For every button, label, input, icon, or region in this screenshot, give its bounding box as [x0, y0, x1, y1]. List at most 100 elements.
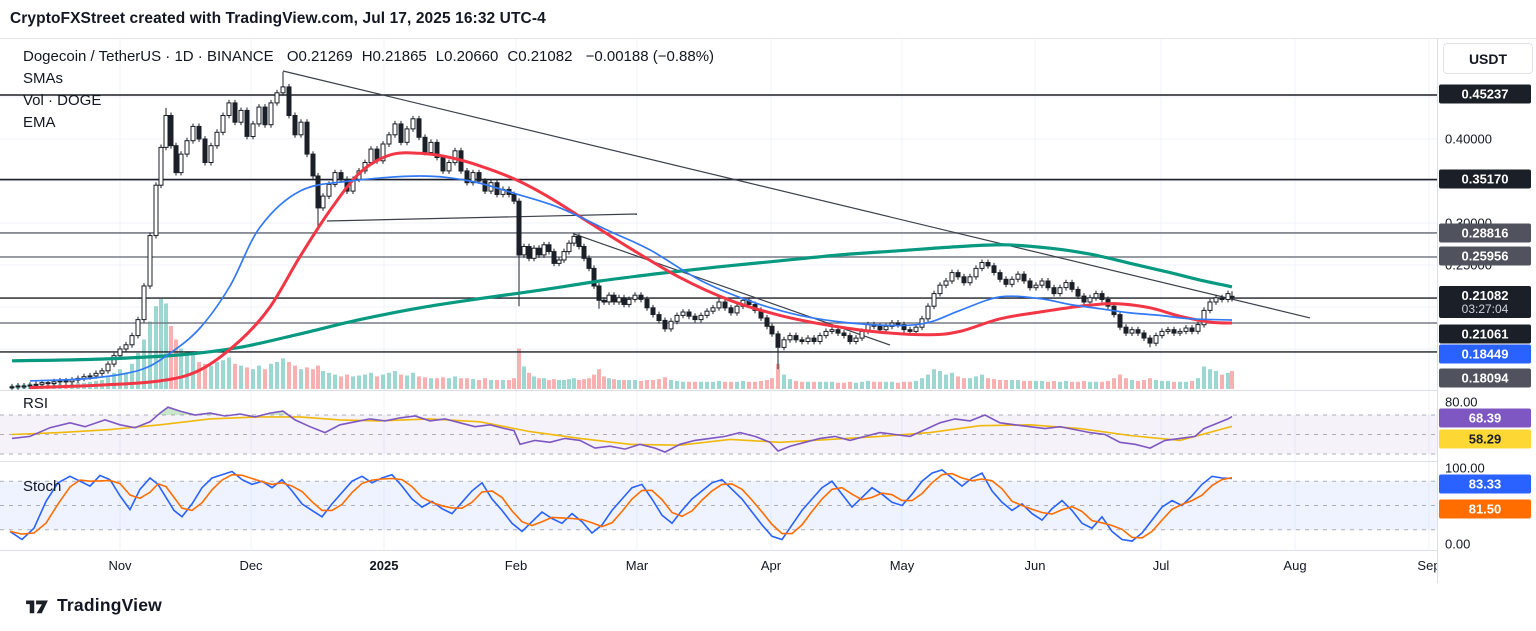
candle	[532, 248, 536, 258]
volume-bar	[1148, 378, 1152, 389]
volume-bar	[729, 382, 733, 389]
volume-bar	[1028, 381, 1032, 389]
candle	[729, 308, 733, 313]
candle	[477, 173, 481, 181]
candle	[1226, 294, 1230, 300]
currency-toggle-button[interactable]: USDT	[1443, 43, 1533, 74]
candle	[174, 146, 178, 173]
candle	[1214, 298, 1218, 302]
candle	[118, 349, 122, 356]
volume-bar	[435, 378, 439, 389]
volume-bar	[830, 382, 834, 389]
volume-bar	[327, 373, 331, 389]
legend-row-ema[interactable]: EMA	[23, 112, 723, 134]
volume-bar	[333, 375, 337, 389]
time-axis-label: Jun	[1025, 558, 1046, 573]
volume-bar	[711, 382, 715, 389]
candle	[836, 330, 840, 333]
price-badge: 0.45237	[1439, 85, 1531, 104]
volume-bar	[932, 369, 936, 389]
pane-separator[interactable]	[0, 461, 1536, 462]
volume-bar	[1022, 381, 1026, 389]
candle	[896, 323, 900, 325]
candle	[1124, 327, 1128, 333]
volume-bar	[1166, 381, 1170, 389]
volume-bar	[587, 378, 591, 389]
symbol-legend-row[interactable]: Dogecoin / TetherUS · 1D · BINANCE O0.21…	[23, 46, 723, 68]
volume-bar	[542, 378, 546, 389]
volume-bar	[459, 378, 463, 389]
volume-bar	[1034, 381, 1038, 389]
axis-label: 100.00	[1445, 461, 1485, 476]
candle	[547, 245, 551, 252]
candle	[645, 299, 649, 307]
candle	[950, 273, 954, 281]
volume-bar	[339, 376, 343, 389]
candle	[1064, 283, 1068, 288]
chart-legend: Dogecoin / TetherUS · 1D · BINANCE O0.21…	[23, 46, 723, 134]
volume-bar	[1196, 378, 1200, 389]
legend-row-smas[interactable]: SMAs	[23, 68, 723, 90]
price-axis[interactable]: USDT 0.400000.300000.2500080.00100.000.0…	[1437, 39, 1536, 583]
volume-bar	[747, 382, 751, 389]
candle	[517, 201, 521, 255]
candle	[1058, 288, 1062, 294]
candle	[16, 386, 20, 387]
candle	[1130, 330, 1134, 333]
volume-bar	[387, 373, 391, 389]
volume-bar	[275, 362, 279, 389]
volume-bar	[164, 304, 168, 390]
candle	[932, 294, 936, 307]
footer: TradingView	[0, 584, 1536, 631]
volume-bar	[369, 373, 373, 389]
candle	[185, 141, 189, 154]
volume-bar	[872, 382, 876, 389]
candle	[848, 336, 852, 342]
volume-bar	[477, 380, 481, 389]
tradingview-logo[interactable]: TradingView	[24, 595, 162, 616]
volume-bar	[617, 380, 621, 389]
volume-bar	[512, 378, 516, 389]
candle	[1076, 289, 1080, 296]
candle	[633, 295, 637, 299]
volume-bar	[293, 366, 297, 389]
volume-bar	[902, 382, 906, 389]
symbol-title[interactable]: Dogecoin / TetherUS · 1D · BINANCE	[23, 48, 274, 65]
candle	[1052, 288, 1056, 294]
time-axis-label: Mar	[626, 558, 648, 573]
volume-bar	[417, 376, 421, 389]
volume-bar	[759, 381, 763, 389]
candle	[1082, 296, 1086, 302]
candle	[681, 312, 685, 315]
volume-bar	[890, 382, 894, 389]
volume-bar	[357, 376, 361, 390]
candle	[998, 273, 1002, 280]
candle	[46, 383, 50, 384]
volume-bar	[681, 382, 685, 389]
candle	[94, 373, 98, 376]
time-axis[interactable]: NovDec2025FebMarAprMayJunJulAugSep	[0, 551, 1437, 583]
volume-bar	[1142, 380, 1146, 389]
candle	[483, 181, 487, 191]
candle	[567, 243, 571, 251]
stoch-pane-label[interactable]: Stoch	[23, 478, 61, 495]
volume-bar	[884, 382, 888, 389]
pane-separator[interactable]	[0, 390, 1536, 391]
volume-bar	[345, 375, 349, 389]
legend-ohlc: O0.21269H0.21865L0.20660C0.21082	[287, 48, 582, 65]
volume-bar	[537, 378, 541, 389]
rsi-pane-label[interactable]: RSI	[23, 395, 48, 412]
axis-label: 80.00	[1445, 395, 1478, 410]
legend-row-volume[interactable]: Vol · DOGE	[23, 90, 723, 112]
chart-region[interactable]: Dogecoin / TetherUS · 1D · BINANCE O0.21…	[0, 39, 1536, 583]
tradingview-mark-icon	[24, 596, 50, 616]
volume-bar	[547, 380, 551, 389]
attribution-text: CryptoFXStreet created with TradingView.…	[10, 10, 546, 28]
volume-bar	[227, 358, 231, 390]
candle	[10, 387, 14, 388]
volume-bar	[974, 376, 978, 389]
candle	[1190, 328, 1194, 331]
candle	[765, 318, 769, 326]
candle	[64, 381, 68, 382]
volume-bar	[1046, 382, 1050, 389]
